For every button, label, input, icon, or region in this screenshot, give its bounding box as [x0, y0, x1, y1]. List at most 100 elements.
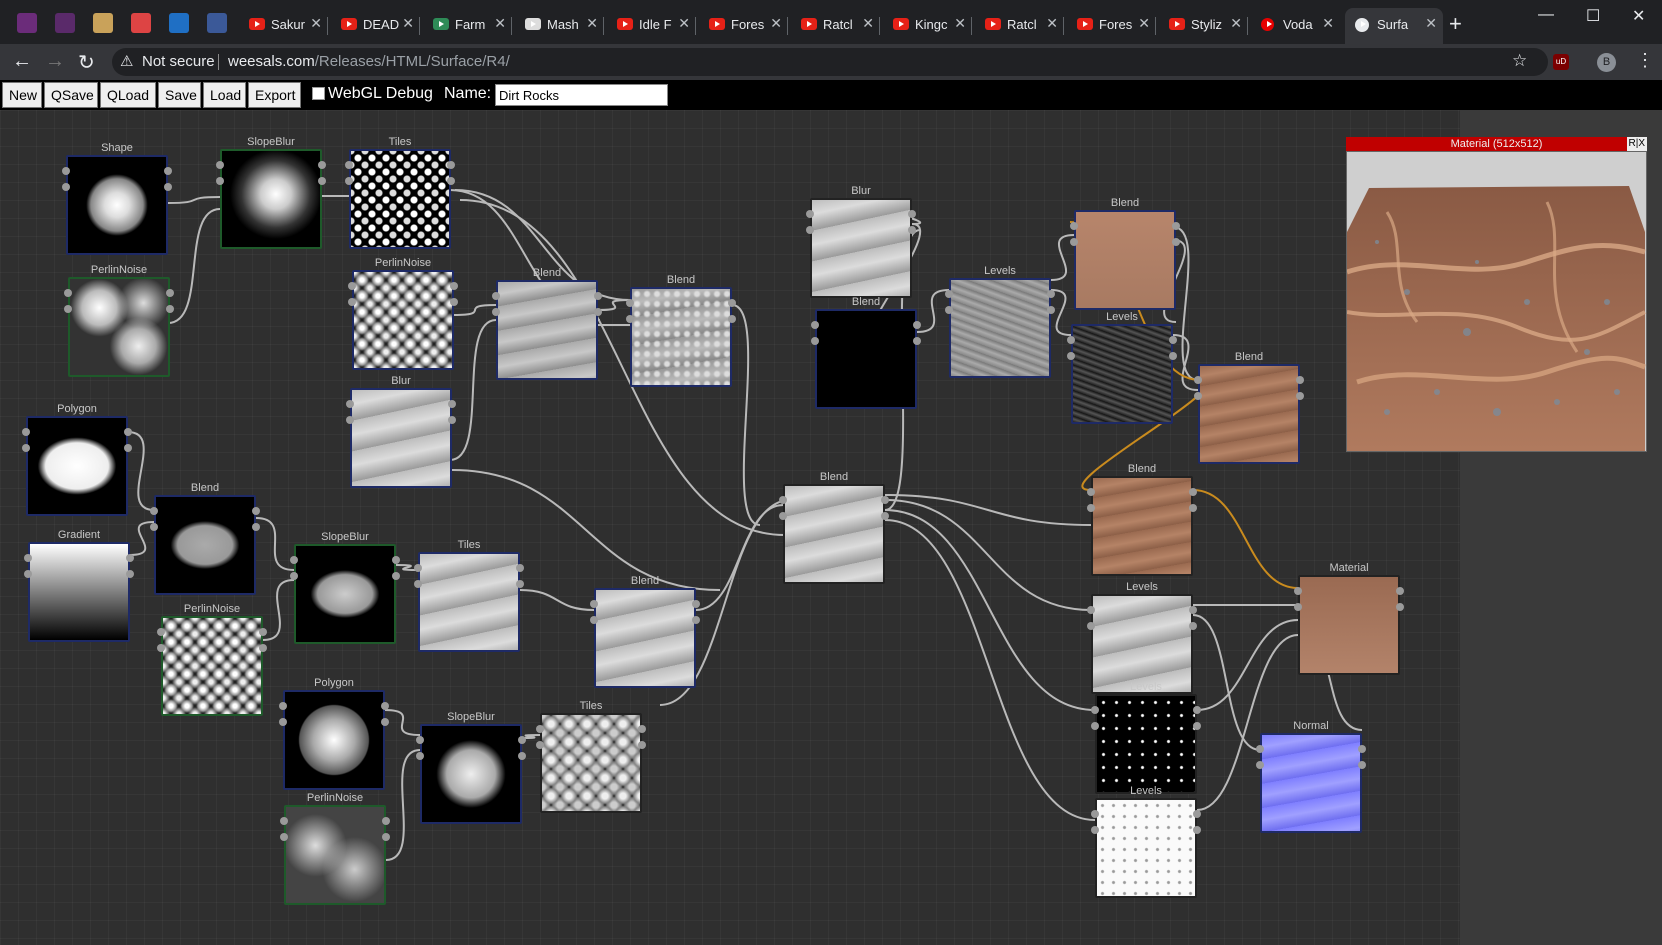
close-tab-icon[interactable]: ✕ — [678, 15, 690, 32]
node-socket[interactable] — [22, 428, 30, 436]
node-socket[interactable] — [1091, 706, 1099, 714]
node-blend3[interactable]: Blend — [150, 482, 260, 595]
node-blend4[interactable]: Blend — [590, 575, 700, 688]
name-input[interactable] — [495, 84, 668, 106]
node-socket[interactable] — [692, 616, 700, 624]
node-tiles3[interactable]: Tiles — [536, 700, 646, 813]
node-socket[interactable] — [1358, 745, 1366, 753]
node-socket[interactable] — [279, 702, 287, 710]
node-socket[interactable] — [594, 308, 602, 316]
node-socket[interactable] — [124, 428, 132, 436]
node-socket[interactable] — [318, 177, 326, 185]
node-socket[interactable] — [590, 616, 598, 624]
node-socket[interactable] — [1091, 810, 1099, 818]
node-perlin2[interactable]: PerlinNoise — [348, 257, 458, 370]
node-socket[interactable] — [881, 496, 889, 504]
node-socket[interactable] — [62, 183, 70, 191]
node-blend2[interactable]: Blend — [626, 274, 736, 387]
node-perlin3[interactable]: PerlinNoise — [157, 603, 267, 716]
close-tab-icon[interactable]: ✕ — [1138, 15, 1150, 32]
node-material[interactable]: Material — [1294, 562, 1404, 675]
node-socket[interactable] — [811, 321, 819, 329]
node-levels1[interactable]: Levels — [945, 265, 1055, 378]
node-socket[interactable] — [1296, 392, 1304, 400]
node-perlin1[interactable]: PerlinNoise — [64, 264, 174, 377]
node-socket[interactable] — [1169, 352, 1177, 360]
node-socket[interactable] — [1396, 603, 1404, 611]
node-socket[interactable] — [259, 628, 267, 636]
node-socket[interactable] — [536, 725, 544, 733]
node-socket[interactable] — [1194, 392, 1202, 400]
node-socket[interactable] — [594, 292, 602, 300]
node-socket[interactable] — [1172, 222, 1180, 230]
address-bar[interactable]: ⚠ Not secure weesals.com/Releases/HTML/S… — [112, 48, 1548, 76]
node-socket[interactable] — [290, 572, 298, 580]
node-socket[interactable] — [448, 400, 456, 408]
node-socket[interactable] — [1256, 745, 1264, 753]
browser-tab[interactable]: Fores ✕ — [699, 8, 788, 44]
node-socket[interactable] — [945, 290, 953, 298]
node-socket[interactable] — [1067, 336, 1075, 344]
node-socket[interactable] — [22, 444, 30, 452]
node-socket[interactable] — [536, 741, 544, 749]
node-socket[interactable] — [1294, 587, 1302, 595]
load-button[interactable]: Load — [203, 82, 246, 108]
node-socket[interactable] — [1194, 376, 1202, 384]
node-socket[interactable] — [414, 564, 422, 572]
profile-avatar[interactable]: B — [1597, 53, 1616, 72]
node-socket[interactable] — [382, 833, 390, 841]
back-arrow-icon[interactable]: ← — [12, 50, 32, 73]
browser-menu-icon[interactable]: ⋮ — [1636, 50, 1654, 71]
preview-title[interactable]: Material (512x512) — [1346, 137, 1647, 151]
close-tab-icon[interactable]: ✕ — [770, 15, 782, 32]
node-blend1[interactable]: Blend — [492, 267, 602, 380]
webgl-debug-checkbox[interactable] — [312, 87, 325, 100]
node-graph-canvas[interactable]: Shape SlopeBlur Tiles PerlinNoise PerlinNois… — [0, 110, 1662, 945]
node-socket[interactable] — [1193, 810, 1201, 818]
node-levels5[interactable]: Levels — [1091, 785, 1201, 898]
node-shape[interactable]: Shape — [62, 142, 172, 255]
node-socket[interactable] — [381, 718, 389, 726]
node-socket[interactable] — [908, 210, 916, 218]
node-blur2[interactable]: Blur — [806, 185, 916, 298]
node-socket[interactable] — [1070, 222, 1078, 230]
ublock-extension-icon[interactable]: uD — [1553, 54, 1569, 70]
close-tab-icon[interactable]: ✕ — [1046, 15, 1058, 32]
node-socket[interactable] — [1070, 238, 1078, 246]
pinned-tab-slack-icon[interactable] — [55, 13, 75, 33]
browser-tab[interactable]: Ratcl ✕ — [791, 8, 880, 44]
browser-tab[interactable]: Farm ✕ — [423, 8, 512, 44]
pinned-tab-facebook-icon[interactable] — [207, 13, 227, 33]
close-tab-icon[interactable]: ✕ — [954, 15, 966, 32]
node-socket[interactable] — [1172, 238, 1180, 246]
browser-tab[interactable]: Voda ✕ — [1251, 8, 1340, 44]
node-normal[interactable]: Normal — [1256, 720, 1366, 833]
node-socket[interactable] — [516, 580, 524, 588]
reload-icon[interactable]: ↻ — [78, 50, 95, 75]
node-socket[interactable] — [24, 570, 32, 578]
node-levels2[interactable]: Levels — [1067, 311, 1177, 424]
node-socket[interactable] — [64, 289, 72, 297]
node-socket[interactable] — [150, 507, 158, 515]
close-tab-icon[interactable]: ✕ — [1322, 15, 1334, 32]
node-socket[interactable] — [450, 298, 458, 306]
node-socket[interactable] — [806, 226, 814, 234]
export-button[interactable]: Export — [248, 82, 301, 108]
node-socket[interactable] — [692, 600, 700, 608]
node-tiles1[interactable]: Tiles — [345, 136, 455, 249]
node-blur1[interactable]: Blur — [346, 375, 456, 488]
new-button[interactable]: New — [2, 82, 42, 108]
node-socket[interactable] — [252, 507, 260, 515]
pinned-tab-slack-icon[interactable] — [17, 13, 37, 33]
close-window-icon[interactable]: ✕ — [1632, 6, 1645, 26]
node-socket[interactable] — [416, 752, 424, 760]
node-socket[interactable] — [1091, 826, 1099, 834]
node-socket[interactable] — [346, 400, 354, 408]
node-socket[interactable] — [348, 282, 356, 290]
node-socket[interactable] — [779, 496, 787, 504]
node-socket[interactable] — [1087, 606, 1095, 614]
close-tab-icon[interactable]: ✕ — [586, 15, 598, 32]
close-tab-icon[interactable]: ✕ — [1425, 15, 1437, 32]
close-tab-icon[interactable]: ✕ — [402, 15, 414, 32]
node-blend6[interactable]: Blend — [779, 471, 889, 584]
